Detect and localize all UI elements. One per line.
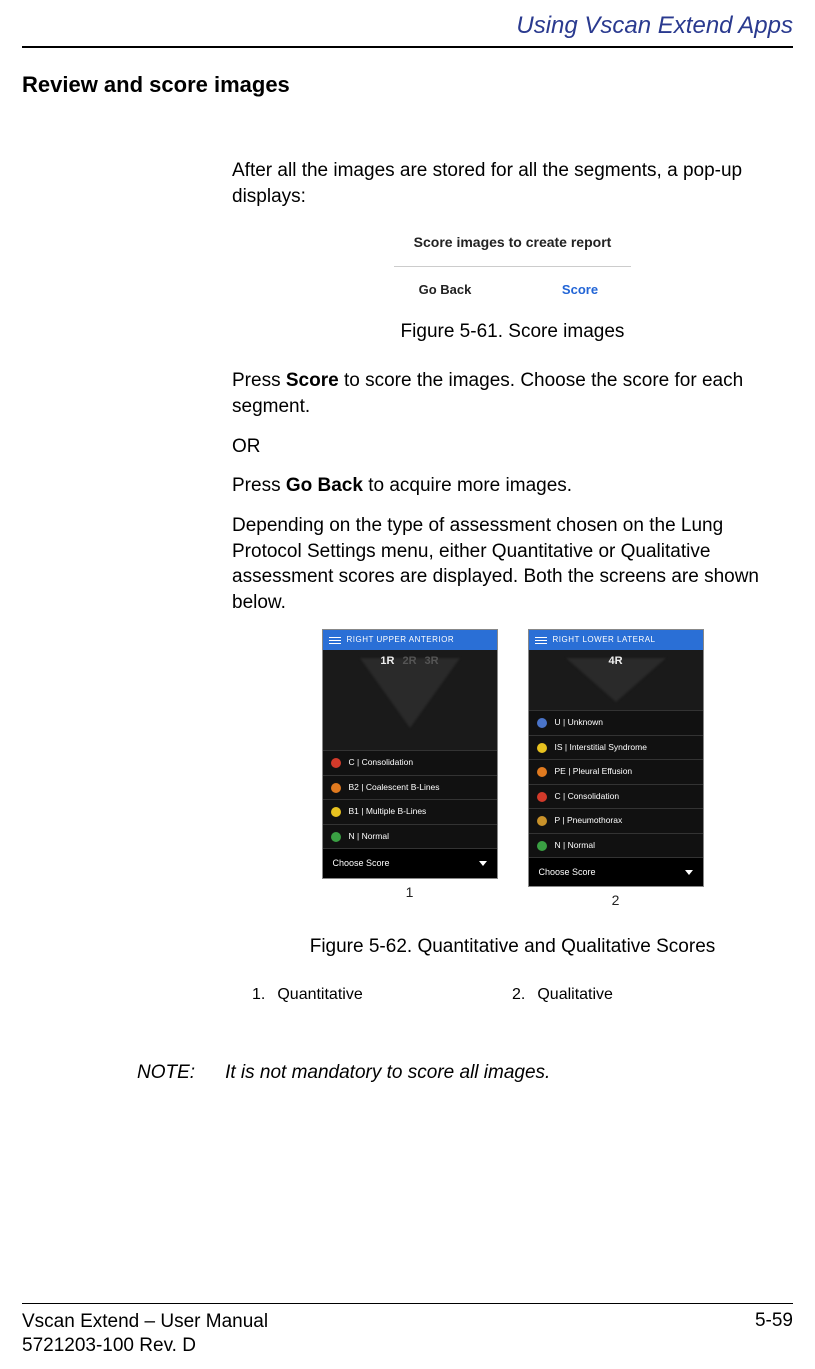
phone-title: RIGHT LOWER LATERAL	[553, 635, 656, 646]
phone-quantitative: RIGHT UPPER ANTERIOR 1R 2R 3R C | Consol…	[322, 629, 498, 878]
score-popup: Score images to create report Go Back Sc…	[378, 223, 648, 308]
footer-manual-title: Vscan Extend – User Manual	[22, 1310, 268, 1335]
dot-icon	[331, 758, 341, 768]
score-button[interactable]: Score	[513, 277, 648, 303]
score-option[interactable]: B2 | Coalescent B-Lines	[323, 775, 497, 799]
press-score-paragraph: Press Score to score the images. Choose …	[232, 368, 793, 419]
phone-title: RIGHT UPPER ANTERIOR	[347, 635, 455, 646]
choose-score-dropdown[interactable]: Choose Score	[323, 848, 497, 877]
note-block: NOTE: It is not mandatory to score all i…	[137, 1062, 793, 1084]
score-option[interactable]: C | Consolidation	[323, 750, 497, 774]
page-number: 5-59	[755, 1310, 793, 1359]
note-label: NOTE:	[137, 1062, 195, 1084]
score-option[interactable]: B1 | Multiple B-Lines	[323, 799, 497, 823]
figure-legend: 1.Quantitative 2.Qualitative	[252, 984, 793, 1006]
popup-divider	[394, 266, 632, 267]
phone-qualitative: RIGHT LOWER LATERAL 4R U | Unknown IS | …	[528, 629, 704, 887]
dot-icon	[537, 792, 547, 802]
dot-icon	[331, 783, 341, 793]
score-option[interactable]: P | Pneumothorax	[529, 808, 703, 832]
chapter-header: Using Vscan Extend Apps	[22, 12, 793, 48]
menu-icon[interactable]	[329, 637, 341, 644]
figure-caption-61: Figure 5-61. Score images	[232, 319, 793, 345]
figure-caption-62: Figure 5-62. Quantitative and Qualitativ…	[232, 934, 793, 960]
body-content: After all the images are stored for all …	[232, 158, 793, 1006]
ultrasound-image: 1R 2R 3R	[323, 650, 497, 750]
screen-number-2: 2	[528, 891, 704, 910]
score-option[interactable]: IS | Interstitial Syndrome	[529, 735, 703, 759]
screen-1-wrap: RIGHT UPPER ANTERIOR 1R 2R 3R C | Consol…	[322, 629, 498, 910]
phone-titlebar: RIGHT UPPER ANTERIOR	[323, 630, 497, 650]
intro-paragraph: After all the images are stored for all …	[232, 158, 793, 209]
dot-icon	[537, 841, 547, 851]
chevron-down-icon	[479, 861, 487, 866]
segment-labels: 1R 2R 3R	[380, 654, 438, 669]
footer-docnum: 5721203-100 Rev. D	[22, 1334, 268, 1359]
screen-2-wrap: RIGHT LOWER LATERAL 4R U | Unknown IS | …	[528, 629, 704, 910]
dot-icon	[331, 807, 341, 817]
score-option[interactable]: N | Normal	[529, 833, 703, 857]
depending-paragraph: Depending on the type of assessment chos…	[232, 513, 793, 616]
score-option[interactable]: N | Normal	[323, 824, 497, 848]
score-option[interactable]: C | Consolidation	[529, 784, 703, 808]
phone-titlebar: RIGHT LOWER LATERAL	[529, 630, 703, 650]
press-goback-paragraph: Press Go Back to acquire more images.	[232, 473, 793, 499]
choose-score-dropdown[interactable]: Choose Score	[529, 857, 703, 886]
dot-icon	[537, 743, 547, 753]
popup-title: Score images to create report	[378, 233, 648, 252]
or-text: OR	[232, 434, 793, 460]
note-text: It is not mandatory to score all images.	[225, 1062, 550, 1084]
dot-icon	[537, 718, 547, 728]
ultrasound-image: 4R	[529, 650, 703, 710]
menu-icon[interactable]	[535, 637, 547, 644]
chevron-down-icon	[685, 870, 693, 875]
dot-icon	[537, 816, 547, 826]
dot-icon	[537, 767, 547, 777]
score-option[interactable]: U | Unknown	[529, 710, 703, 734]
figure-62-screens: RIGHT UPPER ANTERIOR 1R 2R 3R C | Consol…	[232, 629, 793, 910]
score-list-quantitative: C | Consolidation B2 | Coalescent B-Line…	[323, 750, 497, 848]
score-list-qualitative: U | Unknown IS | Interstitial Syndrome P…	[529, 710, 703, 857]
section-heading: Review and score images	[22, 72, 793, 98]
score-option[interactable]: PE | Pleural Effusion	[529, 759, 703, 783]
segment-labels: 4R	[608, 654, 622, 669]
page-footer: Vscan Extend – User Manual 5721203-100 R…	[22, 1303, 793, 1359]
screen-number-1: 1	[322, 883, 498, 902]
goback-button[interactable]: Go Back	[378, 277, 513, 303]
dot-icon	[331, 832, 341, 842]
